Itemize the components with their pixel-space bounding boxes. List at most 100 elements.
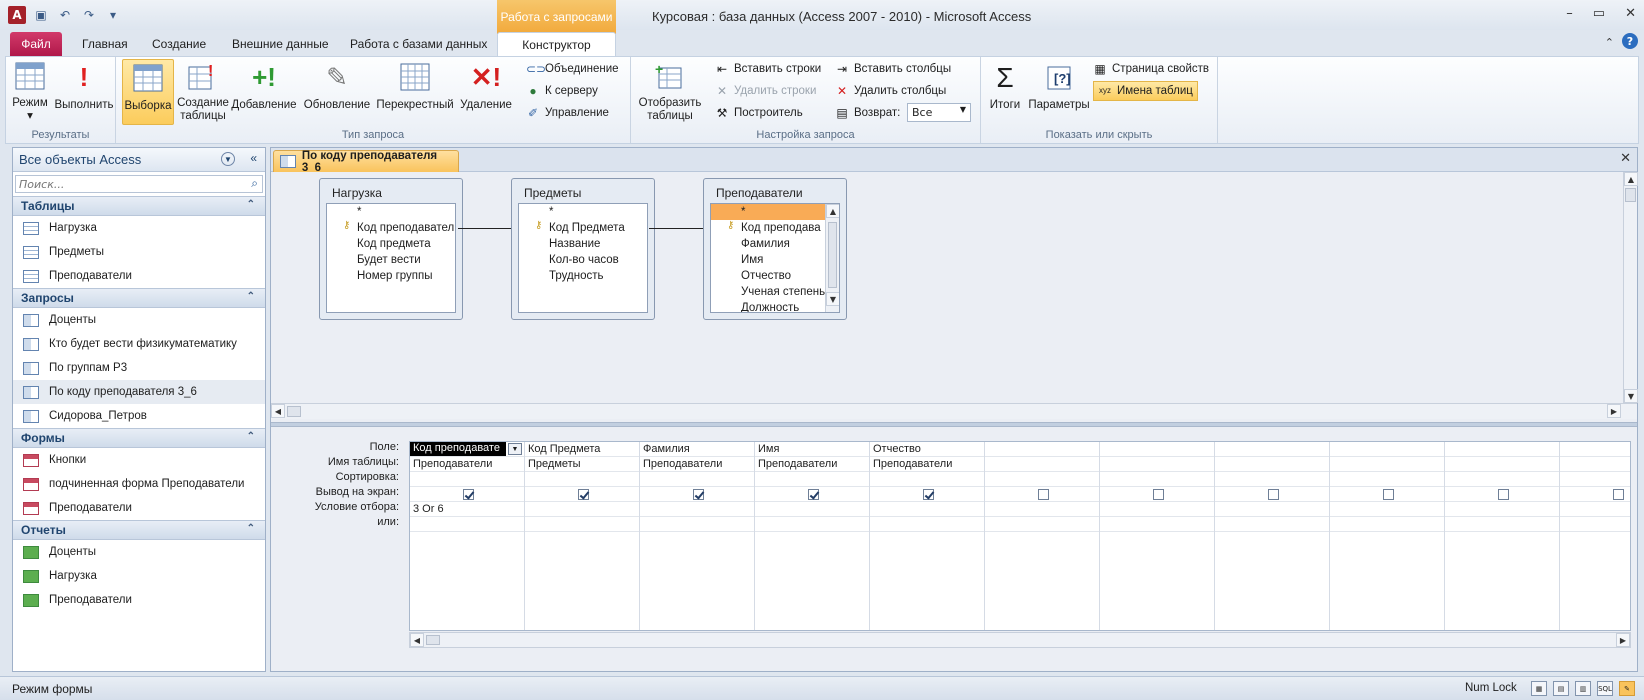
show-checkbox[interactable] (1268, 488, 1279, 500)
sort-cell[interactable] (870, 472, 984, 487)
select-query-button[interactable]: Выборка (122, 59, 174, 125)
field-cell[interactable] (1445, 442, 1559, 457)
delete-rows-button[interactable]: ✕ Удалить строки (715, 81, 816, 101)
field-item[interactable]: Должность (711, 300, 839, 312)
parameters-button[interactable]: [?] Параметры (1027, 59, 1091, 123)
nav-query-item[interactable]: По коду преподавателя 3_6 (13, 380, 265, 404)
tab-design[interactable]: Конструктор (497, 32, 616, 56)
nav-query-item[interactable]: Кто будет вести физикуматематику (13, 332, 265, 356)
field-cell[interactable] (985, 442, 1099, 457)
delete-columns-button[interactable]: ✕ Удалить столбцы (835, 81, 946, 101)
grid-hscroll[interactable]: ◀ ▶ (409, 632, 1631, 648)
table-cell[interactable] (1445, 457, 1559, 472)
sort-cell[interactable] (985, 472, 1099, 487)
view-mode-button[interactable]: Режим ▾ (10, 59, 50, 123)
chevron-down-icon[interactable]: ▼ (508, 443, 522, 455)
design-view-icon[interactable]: ✎ (1619, 681, 1635, 696)
field-item[interactable]: * (711, 204, 839, 220)
table-cell[interactable]: Преподаватели (640, 457, 754, 472)
builder-button[interactable]: ⚒ Построитель (715, 103, 803, 123)
or-cell[interactable] (1215, 517, 1329, 532)
manage-button[interactable]: ✐ Управление (526, 103, 609, 123)
show-checkbox[interactable] (463, 488, 474, 500)
criteria-cell[interactable] (1560, 502, 1630, 517)
show-checkbox[interactable] (923, 488, 934, 500)
close-document-icon[interactable]: ✕ (1620, 151, 1631, 166)
sort-cell[interactable] (640, 472, 754, 487)
nav-section-tables[interactable]: Таблицы ⌃ (13, 196, 265, 216)
field-cell[interactable]: Имя (755, 442, 869, 457)
field-item[interactable]: Кол-во часов (519, 252, 647, 268)
join-line[interactable] (649, 228, 703, 229)
table-cell[interactable] (1215, 457, 1329, 472)
scroll-down-icon[interactable]: ▼ (826, 292, 839, 306)
table-box-subjects[interactable]: Предметы * ⚷ Код Предмета Название Кол-во… (511, 178, 655, 320)
show-checkbox[interactable] (1613, 488, 1624, 500)
customize-qat-icon[interactable]: ▾ (104, 6, 122, 24)
nav-query-item[interactable]: Доценты (13, 308, 265, 332)
or-cell[interactable] (525, 517, 639, 532)
close-icon[interactable]: ✕ (1625, 6, 1636, 21)
undo-icon[interactable]: ↶ (56, 6, 74, 24)
show-checkbox[interactable] (1153, 488, 1164, 500)
criteria-cell[interactable] (985, 502, 1099, 517)
run-button[interactable]: ! Выполнить (54, 59, 113, 123)
scroll-up-icon[interactable]: ▲ (1624, 172, 1638, 186)
field-cell[interactable]: Код преподавате ▼ (410, 442, 524, 457)
design-hscroll[interactable]: ◀ ▶ (271, 403, 1637, 419)
nav-table-item[interactable]: Нагрузка (13, 216, 265, 240)
sort-cell[interactable] (1560, 472, 1630, 487)
or-cell[interactable] (1330, 517, 1444, 532)
field-cell[interactable] (1560, 442, 1630, 457)
scroll-thumb[interactable] (426, 635, 440, 645)
field-item[interactable]: ⚷ Код преподавател (327, 220, 455, 236)
make-table-button[interactable]: ! Создание таблицы (176, 59, 230, 123)
table-box-load[interactable]: Нагрузка * ⚷ Код преподавател Код предмет… (319, 178, 463, 320)
tab-database-tools[interactable]: Работа с базами данных (340, 32, 497, 56)
collapse-chevron-icon[interactable]: ⌃ (247, 199, 255, 210)
nav-menu-chevron-icon[interactable]: ▼ (221, 152, 235, 166)
collapse-chevron-icon[interactable]: ⌃ (247, 291, 255, 302)
field-item[interactable]: Трудность (519, 268, 647, 284)
totals-button[interactable]: Σ Итоги (985, 59, 1025, 123)
crosstab-button[interactable]: Перекрестный (374, 59, 456, 123)
show-table-button[interactable]: + Отобразить таблицы (635, 59, 705, 123)
sort-cell[interactable] (755, 472, 869, 487)
table-cell[interactable]: Преподаватели (870, 457, 984, 472)
sort-cell[interactable] (1445, 472, 1559, 487)
nav-collapse-icon[interactable]: « (250, 151, 257, 165)
search-icon[interactable]: ⌕ (251, 176, 258, 191)
table-cell[interactable]: Предметы (525, 457, 639, 472)
sort-cell[interactable] (1215, 472, 1329, 487)
or-cell[interactable] (640, 517, 754, 532)
show-checkbox[interactable] (1383, 488, 1394, 500)
field-item[interactable]: ⚷ Код преподава (711, 220, 839, 236)
insert-rows-button[interactable]: ⇤ Вставить строки (715, 59, 821, 79)
collapse-chevron-icon[interactable]: ⌃ (247, 431, 255, 442)
tab-file[interactable]: Файл (10, 32, 62, 56)
field-item[interactable]: Отчество (711, 268, 839, 284)
or-cell[interactable] (1445, 517, 1559, 532)
help-icon[interactable]: ? (1622, 33, 1638, 49)
scroll-thumb[interactable] (1625, 188, 1636, 202)
design-vscroll[interactable]: ▲ ▼ (1623, 172, 1638, 403)
criteria-cell[interactable]: 3 Or 6 (410, 502, 524, 517)
nav-section-forms[interactable]: Формы ⌃ (13, 428, 265, 448)
nav-form-item[interactable]: Преподаватели (13, 496, 265, 520)
field-item[interactable]: * (327, 204, 455, 220)
pivot-table-view-icon[interactable]: ▤ (1553, 681, 1569, 696)
maximize-icon[interactable]: ▭ (1593, 6, 1605, 21)
sort-cell[interactable] (410, 472, 524, 487)
nav-table-item[interactable]: Предметы (13, 240, 265, 264)
show-checkbox[interactable] (808, 488, 819, 500)
criteria-cell[interactable] (525, 502, 639, 517)
field-list-scrollbar[interactable]: ▲ ▼ (825, 204, 839, 312)
show-checkbox[interactable] (578, 488, 589, 500)
sql-view-icon[interactable]: SQL (1597, 681, 1613, 696)
return-combo[interactable]: Все ▼ (907, 103, 971, 122)
tab-external-data[interactable]: Внешние данные (222, 32, 339, 56)
nav-header[interactable]: Все объекты Access ▼ « (13, 148, 265, 172)
to-server-button[interactable]: ● К серверу (526, 81, 597, 101)
nav-report-item[interactable]: Доценты (13, 540, 265, 564)
tab-home[interactable]: Главная (72, 32, 138, 56)
